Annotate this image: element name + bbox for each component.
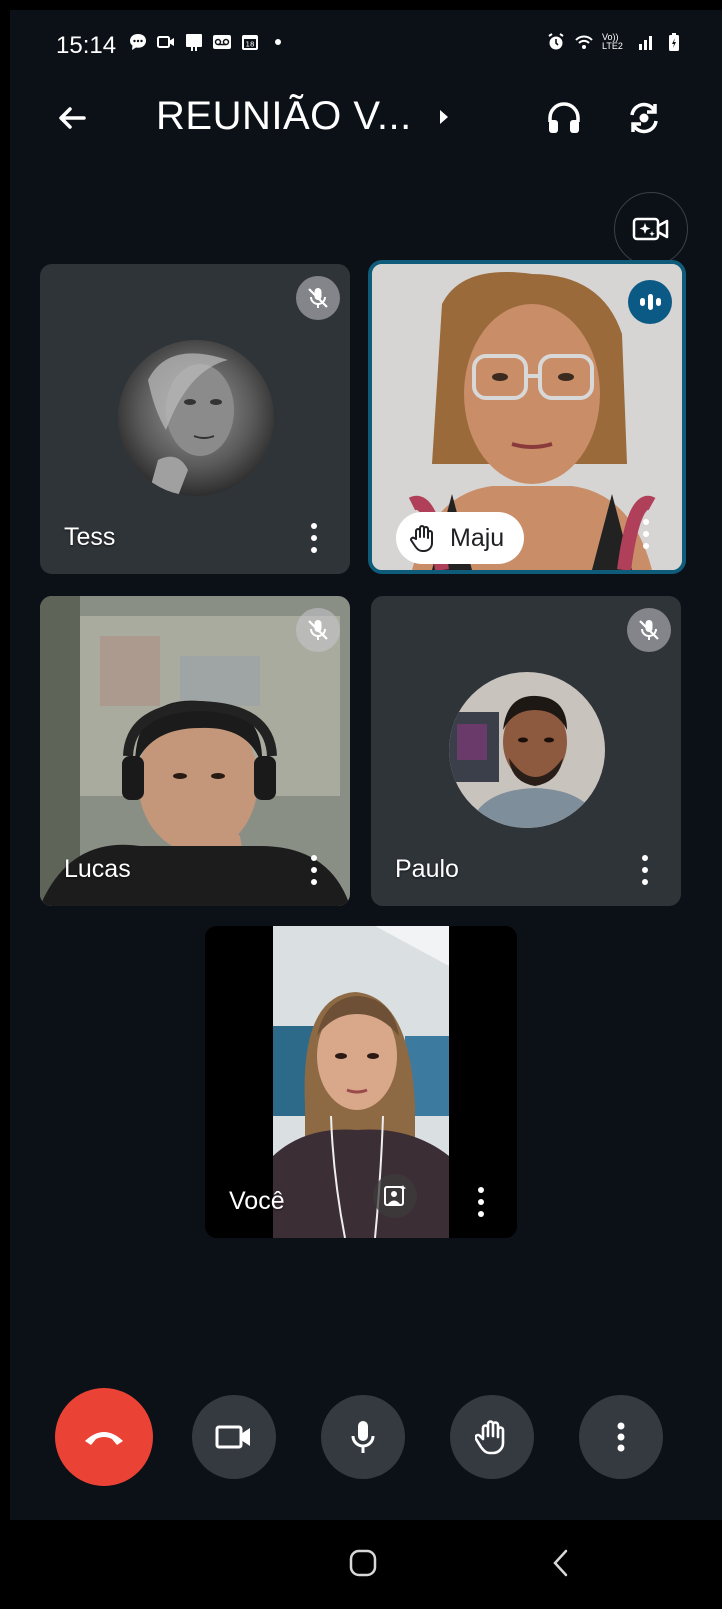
raise-hand-icon <box>475 1420 505 1455</box>
raise-hand-button[interactable] <box>450 1395 534 1479</box>
back-button-icon[interactable] <box>550 1548 572 1578</box>
headphones-icon[interactable] <box>544 98 584 138</box>
participant-name: Lucas <box>64 855 131 883</box>
participant-tile-tess[interactable]: Tess <box>40 264 350 574</box>
home-button-icon[interactable] <box>348 1548 378 1578</box>
meet-screen: 15:14 18 Vo)) LTE2 REUNIÃO V... Tess Maj… <box>10 10 722 1609</box>
participant-menu-icon[interactable] <box>634 516 658 552</box>
participant-tile-maju[interactable]: Maju <box>368 260 686 574</box>
voicemail-icon <box>213 35 231 49</box>
more-options-button[interactable] <box>579 1395 663 1479</box>
self-view-tile[interactable]: Você <box>205 926 517 1238</box>
participant-name: Paulo <box>395 855 459 883</box>
back-arrow-icon[interactable] <box>52 98 92 138</box>
network-label: Vo)) LTE2 <box>602 32 623 51</box>
camera-toggle-button[interactable] <box>192 1395 276 1479</box>
call-controls <box>10 1380 722 1500</box>
meeting-title-button[interactable]: REUNIÃO V... <box>156 94 452 139</box>
notification-icons: 18 <box>128 32 288 52</box>
participant-menu-icon[interactable] <box>633 852 657 888</box>
wifi-icon <box>575 35 593 49</box>
calendar-icon: 18 <box>242 35 258 50</box>
participant-name: Tess <box>64 523 116 551</box>
end-call-icon <box>85 1432 123 1445</box>
call-header: REUNIÃO V... <box>10 80 722 170</box>
speaking-indicator-icon <box>628 280 672 324</box>
meeting-title: REUNIÃO V... <box>156 94 412 138</box>
dot-icon <box>275 39 281 45</box>
video-camera-icon <box>215 1425 250 1449</box>
portrait-sparkle-icon <box>384 1185 406 1206</box>
muted-mic-icon <box>296 608 340 652</box>
participant-name: Maju <box>450 523 505 552</box>
status-bar: 15:14 18 Vo)) LTE2 <box>10 10 722 80</box>
svg-text:18: 18 <box>246 41 255 49</box>
chat-bubble-icon <box>130 34 146 50</box>
participant-tile-lucas[interactable]: Lucas <box>40 596 350 906</box>
caret-right-icon <box>439 109 448 124</box>
signal-icon <box>639 36 652 50</box>
participant-menu-icon[interactable] <box>469 1184 493 1220</box>
end-call-button[interactable] <box>55 1388 153 1486</box>
camera-switch-icon[interactable] <box>624 98 664 138</box>
system-icons: Vo)) LTE2 <box>546 32 684 52</box>
more-vert-icon <box>617 1422 625 1452</box>
camera-sparkle-icon <box>632 217 669 241</box>
status-time: 15:14 <box>56 32 117 59</box>
effects-button[interactable] <box>614 192 688 266</box>
avatar <box>449 672 605 828</box>
microphone-icon <box>351 1421 375 1453</box>
participant-tile-paulo[interactable]: Paulo <box>371 596 681 906</box>
microphone-toggle-button[interactable] <box>321 1395 405 1479</box>
participant-menu-icon[interactable] <box>302 520 326 556</box>
participant-menu-icon[interactable] <box>302 852 326 888</box>
avatar <box>118 340 274 496</box>
raised-hand-chip: Maju <box>396 512 525 564</box>
video-notification-icon <box>157 36 174 48</box>
app-notification-icon <box>186 34 202 51</box>
participant-name: Você <box>229 1187 285 1215</box>
muted-mic-icon <box>627 608 671 652</box>
system-nav-bar <box>10 1520 722 1609</box>
raised-hand-icon <box>410 525 433 552</box>
background-effects-button[interactable] <box>373 1174 417 1218</box>
battery-icon <box>669 33 679 51</box>
muted-mic-icon <box>296 276 340 320</box>
alarm-icon <box>548 33 564 50</box>
